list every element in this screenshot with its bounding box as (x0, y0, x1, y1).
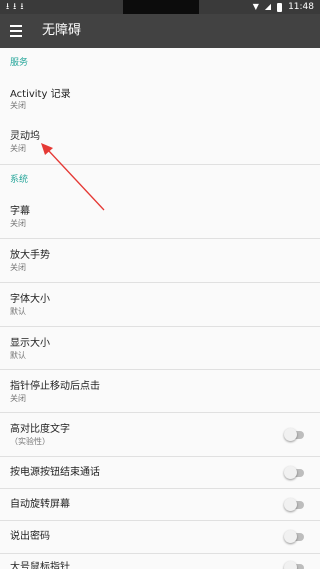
page-title: 无障碍 (42, 23, 82, 38)
setting-title: 说出密码 (10, 531, 50, 542)
setting-subtitle: 关闭 (10, 219, 26, 228)
setting-title: 大号鼠标指针 (10, 562, 70, 569)
setting-subtitle: 默认 (10, 307, 26, 316)
setting-title: 指针停止移动后点击 (10, 381, 100, 392)
setting-subtitle: 关闭 (10, 101, 26, 110)
setting-subtitle: 关闭 (10, 394, 26, 403)
section-header-services: 服务 (10, 58, 29, 68)
download-icon: ⭳ (13, 2, 17, 12)
setting-speak-passwords[interactable]: 说出密码 (0, 520, 320, 553)
menu-icon[interactable] (10, 25, 22, 37)
setting-magnify-gesture[interactable]: 放大手势 关闭 (0, 238, 320, 282)
setting-title: 字幕 (10, 206, 30, 217)
setting-title: 自动旋转屏幕 (10, 499, 70, 510)
wifi-icon: ▼ (252, 2, 259, 11)
setting-title: 灵动坞 (10, 131, 40, 142)
speak-password-toggle[interactable] (284, 530, 304, 543)
setting-power-button-ends-call[interactable]: 按电源按钮结束通话 (0, 456, 320, 488)
setting-title: 显示大小 (10, 338, 50, 349)
setting-subtitle: （实验性） (10, 437, 50, 446)
download-icon: ⭳ (20, 2, 24, 12)
setting-font-size[interactable]: 字体大小 默认 (0, 282, 320, 326)
large-pointer-toggle[interactable] (284, 561, 304, 569)
setting-title: 字体大小 (10, 294, 50, 305)
setting-subtitle: 关闭 (10, 263, 26, 272)
auto-rotate-toggle[interactable] (284, 498, 304, 511)
power-end-call-toggle[interactable] (284, 466, 304, 479)
download-icon: ⭳ (6, 2, 10, 12)
setting-title: 高对比度文字 (10, 424, 70, 435)
high-contrast-toggle[interactable] (284, 428, 304, 441)
setting-dwell-click[interactable]: 指针停止移动后点击 关闭 (0, 369, 320, 412)
battery-icon (277, 2, 283, 12)
setting-high-contrast-text[interactable]: 高对比度文字 （实验性） (0, 412, 320, 456)
setting-display-size[interactable]: 显示大小 默认 (0, 326, 320, 369)
notification-icons: ⭳ ⭳ ⭳ (6, 1, 23, 13)
status-time: 11:48 (288, 2, 314, 12)
section-header-system: 系统 (10, 175, 29, 185)
setting-title: 放大手势 (10, 250, 50, 261)
app-toolbar: 无障碍 (0, 14, 320, 48)
setting-captions[interactable]: 字幕 关闭 (0, 194, 320, 238)
setting-title: 按电源按钮结束通话 (10, 467, 100, 478)
setting-large-pointer[interactable]: 大号鼠标指针 (0, 553, 320, 569)
setting-lingdongwu[interactable]: 灵动坞 关闭 (0, 119, 320, 164)
signal-icon: ◢ (264, 2, 272, 11)
section-system-wrap: 系统 (0, 164, 320, 194)
setting-subtitle: 默认 (10, 351, 26, 360)
status-icons: ▼ ◢ 11:48 (253, 1, 314, 13)
setting-subtitle: 关闭 (10, 144, 26, 153)
setting-auto-rotate[interactable]: 自动旋转屏幕 (0, 488, 320, 520)
setting-activity-log[interactable]: Activity 记录 关闭 (0, 76, 320, 119)
